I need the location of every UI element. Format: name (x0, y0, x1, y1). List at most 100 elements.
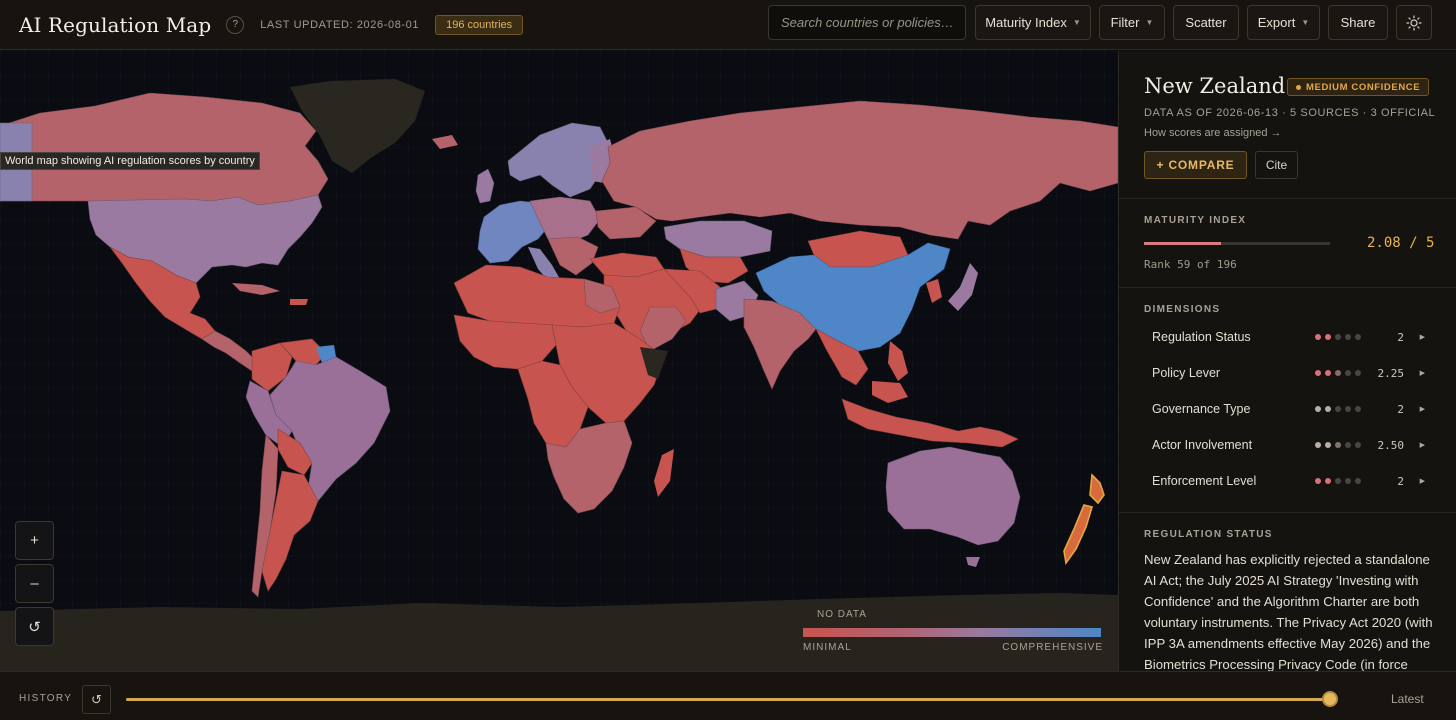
dimension-value: 2 (1397, 330, 1404, 344)
score-dot (1315, 442, 1321, 448)
dimension-dots (1315, 334, 1361, 340)
chevron-down-icon: ▼ (1301, 18, 1310, 27)
dimensions-heading: DIMENSIONS (1144, 304, 1221, 315)
score-dot (1325, 334, 1331, 340)
dimension-row[interactable]: Governance Type 2 ▶ (1144, 399, 1434, 419)
filter-label: Filter (1110, 15, 1140, 30)
theme-toggle-button[interactable] (1396, 5, 1432, 40)
dimension-row[interactable]: Regulation Status 2 ▶ (1144, 327, 1434, 347)
chevron-down-icon: ▼ (1072, 18, 1081, 27)
score-dot (1345, 478, 1351, 484)
share-button[interactable]: Share (1328, 5, 1388, 40)
last-updated: LAST UPDATED: 2026-08-01 (260, 18, 420, 31)
index-select[interactable]: Maturity Index ▼ (975, 5, 1091, 40)
maturity-progress-fill (1144, 242, 1222, 245)
legend-labels: MINIMAL COMPREHENSIVE (803, 642, 1103, 653)
cite-button[interactable]: Cite (1255, 151, 1298, 179)
score-dot (1345, 370, 1351, 376)
history-label: HISTORY (19, 693, 73, 704)
score-dot (1325, 442, 1331, 448)
maturity-progress-bar (1144, 242, 1330, 245)
chevron-right-icon: ▶ (1419, 442, 1425, 449)
legend-min-label: MINIMAL (803, 642, 852, 653)
dimension-row[interactable]: Actor Involvement 2.50 ▶ (1144, 435, 1434, 455)
score-dot (1355, 442, 1361, 448)
confidence-badge: MEDIUM CONFIDENCE (1287, 78, 1430, 96)
dimension-dots (1315, 406, 1361, 412)
score-dot (1355, 406, 1361, 412)
score-dot (1335, 478, 1341, 484)
dimension-label: Governance Type (1152, 402, 1251, 416)
history-latest-label: Latest (1391, 692, 1424, 706)
history-slider-track[interactable] (126, 698, 1330, 701)
score-dot (1355, 478, 1361, 484)
score-dot (1335, 442, 1341, 448)
data-meta: DATA AS OF 2026-06-13 · 5 SOURCES · 3 OF… (1144, 107, 1436, 119)
score-dot (1315, 370, 1321, 376)
zoom-out-button[interactable]: – (15, 564, 54, 603)
zoom-in-button[interactable]: + (15, 521, 54, 560)
regulation-status-heading: REGULATION STATUS (1144, 529, 1273, 540)
how-scores-link[interactable]: How scores are assigned → (1144, 127, 1282, 139)
dimension-dots (1315, 478, 1361, 484)
score-dot (1355, 370, 1361, 376)
dimension-row[interactable]: Policy Lever 2.25 ▶ (1144, 363, 1434, 383)
filter-button[interactable]: Filter ▼ (1099, 5, 1165, 40)
score-dot (1335, 334, 1341, 340)
reset-view-button[interactable]: ↺ (15, 607, 54, 646)
export-label: Export (1257, 15, 1296, 30)
dimension-label: Actor Involvement (1152, 438, 1253, 452)
score-dot (1315, 478, 1321, 484)
history-slider-thumb[interactable] (1322, 691, 1338, 707)
country-name: New Zealand (1144, 74, 1286, 98)
dimension-label: Policy Lever (1152, 366, 1221, 380)
history-bar: HISTORY ↺ Latest (0, 671, 1456, 720)
dimension-value: 2 (1397, 402, 1404, 416)
dot-icon (1296, 84, 1301, 90)
score-dot (1315, 334, 1321, 340)
world-map[interactable]: World map showing AI regulation scores b… (0, 51, 1118, 671)
country-count-badge: 196 countries (435, 14, 524, 35)
maturity-value: 2.08 / 5 (1367, 235, 1435, 251)
dimension-dots (1315, 370, 1361, 376)
rank-label: Rank 59 of 196 (1144, 258, 1237, 271)
regulation-status-text: New Zealand has explicitly rejected a st… (1144, 552, 1433, 671)
legend-no-data-label: NO DATA (817, 609, 867, 620)
score-dot (1345, 442, 1351, 448)
sun-icon (1406, 14, 1422, 31)
chevron-right-icon: ▶ (1419, 370, 1425, 377)
chevron-right-icon: ▶ (1419, 334, 1425, 341)
help-icon[interactable]: ? (226, 15, 245, 34)
divider (1119, 198, 1456, 199)
dimension-label: Enforcement Level (1152, 474, 1257, 488)
score-dot (1355, 334, 1361, 340)
scatter-button[interactable]: Scatter (1173, 5, 1239, 40)
top-bar: AI Regulation Map ? LAST UPDATED: 2026-0… (0, 0, 1456, 50)
chevron-right-icon: ▶ (1419, 478, 1425, 485)
compare-button[interactable]: + COMPARE (1144, 151, 1247, 179)
export-button[interactable]: Export ▼ (1247, 5, 1320, 40)
score-dot (1325, 478, 1331, 484)
score-dot (1315, 406, 1321, 412)
legend-max-label: COMPREHENSIVE (1002, 642, 1103, 653)
score-dot (1345, 406, 1351, 412)
search-input[interactable] (781, 15, 961, 30)
dimension-value: 2.25 (1377, 366, 1405, 380)
dimension-value: 2.50 (1377, 438, 1405, 452)
maturity-heading: MATURITY INDEX (1144, 215, 1247, 226)
world-map-svg[interactable] (0, 51, 1118, 671)
score-dot (1335, 370, 1341, 376)
country-detail-panel: New Zealand MEDIUM CONFIDENCE DATA AS OF… (1118, 51, 1456, 671)
dimension-value: 2 (1397, 474, 1404, 488)
app-title: AI Regulation Map (19, 12, 212, 37)
chevron-down-icon: ▼ (1145, 18, 1154, 27)
divider (1119, 512, 1456, 513)
map-tooltip: World map showing AI regulation scores b… (0, 152, 260, 170)
confidence-label: MEDIUM CONFIDENCE (1306, 81, 1421, 93)
index-select-label: Maturity Index (985, 15, 1067, 30)
dimension-label: Regulation Status (1152, 330, 1251, 344)
dimension-row[interactable]: Enforcement Level 2 ▶ (1144, 471, 1434, 491)
map-legend: NO DATA MINIMAL COMPREHENSIVE (803, 609, 1103, 653)
search-box[interactable] (768, 5, 966, 40)
history-reset-button[interactable]: ↺ (82, 685, 111, 714)
